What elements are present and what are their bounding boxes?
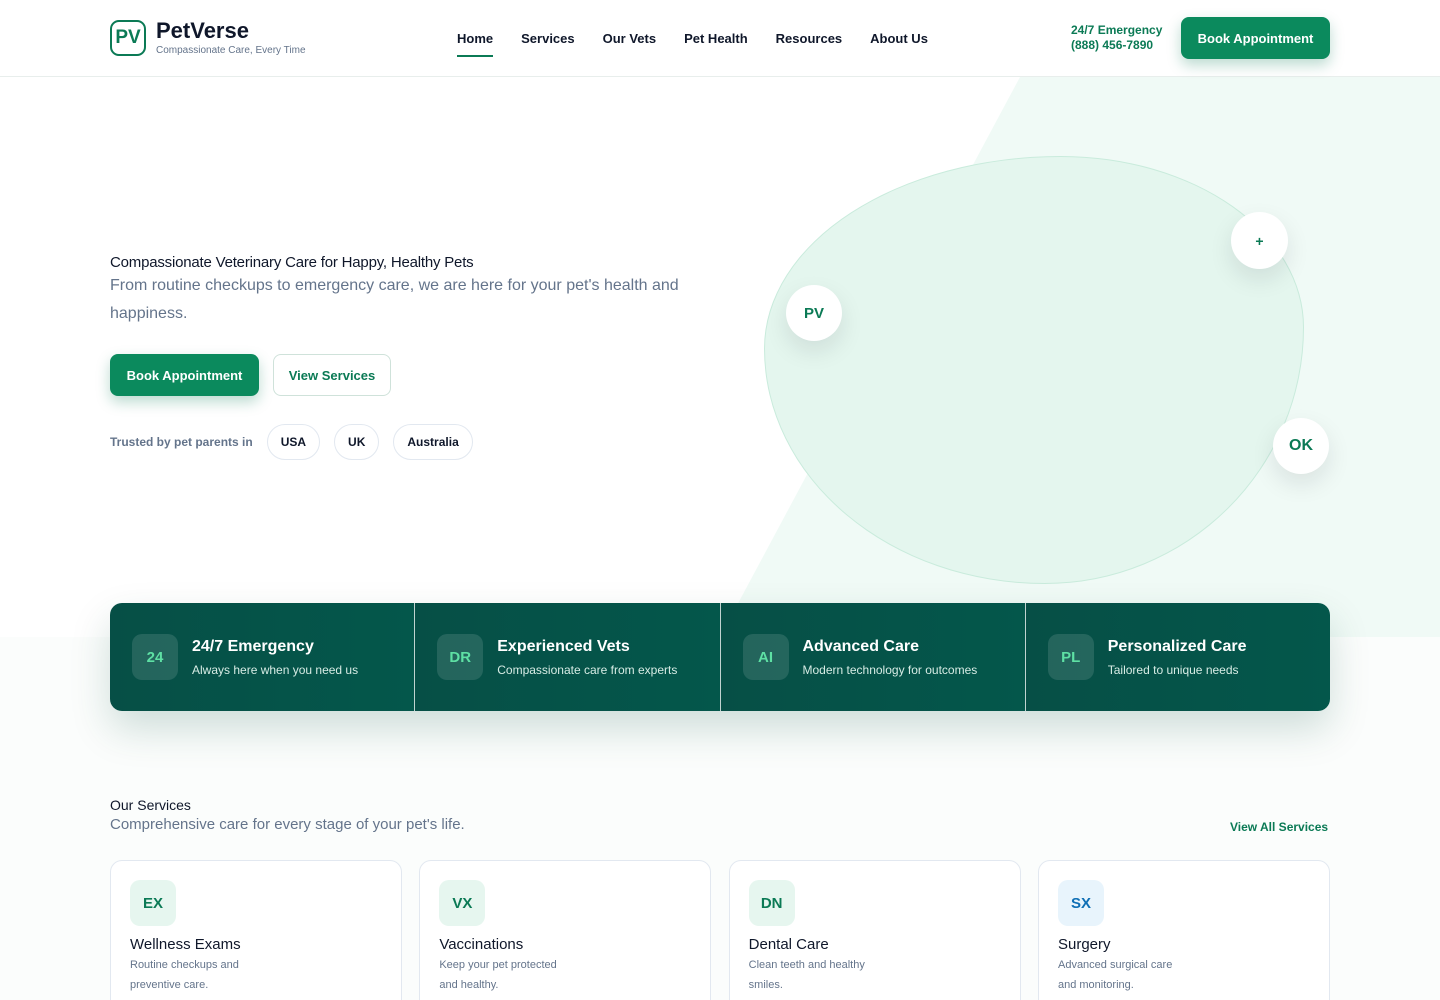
emergency-label: 24/7 Emergency bbox=[1071, 23, 1163, 37]
services-title: Our Services bbox=[110, 797, 191, 813]
hero-book-appointment-button[interactable]: Book Appointment bbox=[110, 354, 259, 396]
nav-resources[interactable]: Resources bbox=[776, 31, 842, 57]
logo-text: PetVerse Compassionate Care, Every Time bbox=[156, 18, 306, 57]
nav-about-us[interactable]: About Us bbox=[870, 31, 928, 57]
nav-pet-health[interactable]: Pet Health bbox=[684, 31, 748, 57]
country-pill-uk: UK bbox=[334, 424, 380, 460]
card-title: Vaccinations bbox=[439, 936, 524, 953]
services-subtitle: Comprehensive care for every stage of yo… bbox=[110, 816, 465, 833]
service-card-surgery[interactable]: SX Surgery Advanced surgical care and mo… bbox=[1037, 860, 1330, 1000]
hero-title: Compassionate Veterinary Care for Happy,… bbox=[110, 254, 474, 271]
pv-badge-icon: PV bbox=[786, 285, 842, 341]
service-card-wellness-exams[interactable]: EX Wellness Exams Routine checkups and p… bbox=[110, 860, 402, 1000]
service-card-dental-care[interactable]: DN Dental Care Clean teeth and healthy s… bbox=[728, 860, 1021, 1000]
emergency-phone[interactable]: (888) 456-7890 bbox=[1071, 38, 1162, 53]
plus-badge-icon: + bbox=[1231, 212, 1288, 269]
doctor-icon: DR bbox=[437, 634, 484, 680]
header-book-appointment-button[interactable]: Book Appointment bbox=[1181, 17, 1330, 59]
service-card-vaccinations[interactable]: VX Vaccinations Keep your pet protected … bbox=[419, 860, 712, 1000]
brand-name: PetVerse bbox=[156, 18, 249, 43]
feature-title: Personalized Care bbox=[1107, 638, 1247, 655]
feature-experienced-vets: DR Experienced Vets Compassionate care f… bbox=[415, 603, 721, 711]
features-band: 24 24/7 Emergency Always here when you n… bbox=[110, 603, 1330, 711]
feature-title: Advanced Care bbox=[802, 638, 920, 655]
card-title: Surgery bbox=[1057, 936, 1111, 953]
feature-advanced-care: AI Advanced Care Modern technology for o… bbox=[720, 603, 1026, 711]
country-pill-usa: USA bbox=[266, 424, 321, 460]
surgery-icon: SX bbox=[1057, 880, 1104, 926]
main-nav: Home Services Our Vets Pet Health Resour… bbox=[457, 31, 956, 57]
feature-personalized-care: PL Personalized Care Tailored to unique … bbox=[1025, 603, 1330, 711]
vaccine-icon: VX bbox=[439, 880, 486, 926]
trusted-label: Trusted by pet parents in bbox=[110, 435, 253, 449]
card-desc: Clean teeth and healthy smiles. bbox=[748, 959, 865, 991]
ok-badge-icon: OK bbox=[1273, 418, 1329, 474]
card-desc: Keep your pet protected and healthy. bbox=[439, 959, 557, 991]
nav-our-vets[interactable]: Our Vets bbox=[603, 31, 656, 57]
brand-tagline: Compassionate Care, Every Time bbox=[156, 45, 306, 56]
card-desc: Routine checkups and preventive care. bbox=[130, 959, 239, 991]
service-cards: EX Wellness Exams Routine checkups and p… bbox=[110, 860, 1330, 1000]
feature-title: 24/7 Emergency bbox=[192, 638, 314, 655]
card-desc: Advanced surgical care and monitoring. bbox=[1057, 959, 1173, 991]
hero-subtitle: From routine checkups to emergency care,… bbox=[110, 277, 679, 322]
view-services-button[interactable]: View Services bbox=[273, 354, 391, 396]
feature-desc: Always here when you need us bbox=[192, 663, 359, 677]
dental-icon: DN bbox=[748, 880, 795, 926]
logo[interactable]: PV PetVerse Compassionate Care, Every Ti… bbox=[110, 20, 306, 56]
card-title: Dental Care bbox=[748, 936, 829, 953]
card-title: Wellness Exams bbox=[130, 936, 241, 953]
emergency-icon: 24 bbox=[132, 634, 178, 680]
emergency-contact[interactable]: 24/7 Emergency (888) 456-7890 bbox=[1071, 23, 1162, 53]
feature-desc: Modern technology for outcomes bbox=[802, 663, 978, 677]
nav-services[interactable]: Services bbox=[521, 31, 575, 57]
trusted-countries: Trusted by pet parents in USA UK Austral… bbox=[110, 424, 487, 460]
view-all-services-link[interactable]: View All Services bbox=[1230, 820, 1328, 834]
feature-desc: Tailored to unique needs bbox=[1107, 663, 1239, 677]
feature-desc: Compassionate care from experts bbox=[497, 663, 678, 677]
nav-home[interactable]: Home bbox=[457, 31, 494, 57]
exam-icon: EX bbox=[130, 880, 176, 926]
country-pill-australia: Australia bbox=[393, 424, 473, 460]
logo-badge-icon: PV bbox=[110, 20, 146, 56]
feature-emergency: 24 24/7 Emergency Always here when you n… bbox=[110, 603, 416, 711]
personalized-care-icon: PL bbox=[1047, 634, 1094, 680]
advanced-care-icon: AI bbox=[742, 634, 789, 680]
site-header: PV PetVerse Compassionate Care, Every Ti… bbox=[0, 0, 1440, 77]
feature-title: Experienced Vets bbox=[497, 638, 630, 655]
